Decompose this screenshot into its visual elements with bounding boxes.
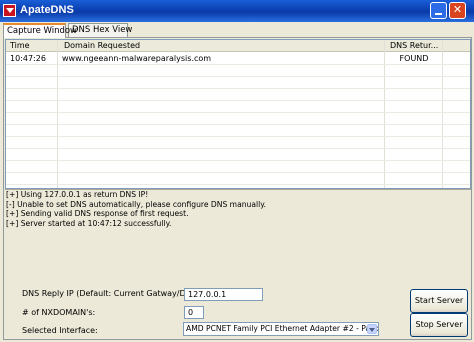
log-line: [+] Using 127.0.0.1 as return DNS IP! [6,190,149,199]
dns-reply-ip-label: DNS Reply IP (Default: Current Gatway/DN… [22,289,203,298]
tab-dns-hex-view[interactable]: DNS Hex View [68,23,132,37]
dns-capture-table[interactable]: Time Domain Requested DNS Retur... 10:47… [5,39,471,189]
row-dns-status: FOUND [399,54,429,63]
row-divider [6,64,470,65]
row-divider [6,148,470,149]
interface-select[interactable]: AMD PCNET Family PCI Ethernet Adapter #2… [183,322,379,336]
app-icon [3,4,16,17]
log-line: [-] Unable to set DNS automatically, ple… [6,199,267,209]
selected-interface-label: Selected Interface: [22,326,98,335]
minimize-icon [435,13,442,15]
log-line: [+] Sending valid DNS response of first … [6,209,189,218]
row-divider [6,88,470,89]
nxdomain-label: # of NXDOMAIN's: [22,308,96,317]
column-header-time[interactable]: Time [6,40,56,52]
row-divider [6,184,470,185]
row-time: 10:47:26 [10,54,46,63]
window-title: ApateDNS [20,4,74,16]
table-header: Time Domain Requested DNS Retur... [6,40,470,52]
row-divider [6,100,470,101]
row-divider [6,76,470,77]
column-header-domain[interactable]: Domain Requested [58,40,383,52]
stop-server-button[interactable]: Stop Server [410,313,468,337]
interface-select-value: AMD PCNET Family PCI Ethernet Adapter #2… [186,324,379,333]
column-header-dns-returned[interactable]: DNS Retur... [386,40,442,52]
log-output[interactable]: [+] Using 127.0.0.1 as return DNS IP! [-… [5,189,471,283]
row-divider [6,124,470,125]
tab-capture-window[interactable]: Capture Window [3,23,77,38]
row-domain: www.ngeeann-malwareparalysis.com [62,54,212,63]
start-server-button[interactable]: Start Server [410,289,468,313]
column-header-extra[interactable] [444,40,470,52]
minimize-button[interactable] [430,2,447,19]
title-bar[interactable]: ApateDNS ✕ [0,0,474,22]
nxdomain-input[interactable]: 0 [184,306,204,319]
row-divider [6,136,470,137]
table-row[interactable]: 10:47:26 www.ngeeann-malwareparalysis.co… [6,53,470,64]
row-divider [6,112,470,113]
capture-panel: Time Domain Requested DNS Retur... 10:47… [3,37,472,340]
row-divider [6,172,470,173]
log-line: [+] Server started at 10:47:12 successfu… [6,218,172,228]
chevron-down-icon[interactable] [367,324,377,334]
row-divider [6,160,470,161]
close-icon: ✕ [452,3,463,16]
close-button[interactable]: ✕ [449,2,466,19]
dns-reply-ip-input[interactable]: 127.0.0.1 [184,288,263,301]
